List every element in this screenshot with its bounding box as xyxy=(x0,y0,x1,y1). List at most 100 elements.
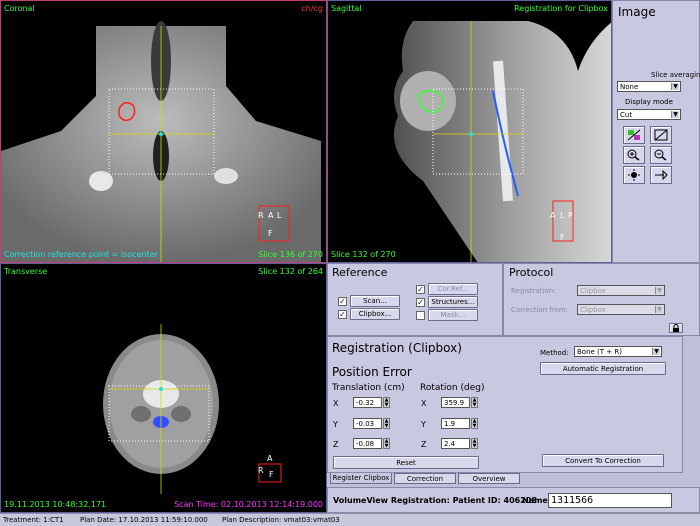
chevron-down-icon: ▼ xyxy=(655,306,663,313)
rotation-y-label: Y xyxy=(421,420,426,429)
tab-correction[interactable]: Correction xyxy=(394,473,456,484)
scan-checkbox[interactable]: ✓ xyxy=(338,297,347,306)
sagittal-orient-f: F xyxy=(560,233,565,242)
chevron-down-icon: ▼ xyxy=(671,111,679,118)
transverse-slice-label: Slice 132 of 264 xyxy=(258,267,323,276)
correction-reference-label: Correction reference point = isocenter xyxy=(4,250,158,259)
coronal-ct-image xyxy=(1,21,321,262)
translation-x-label: X xyxy=(333,399,339,408)
display-mode-label: Display mode xyxy=(625,98,673,106)
chevron-down-icon: ▼ xyxy=(655,287,663,294)
pan-arrow-icon xyxy=(655,169,668,181)
clipbox-checkbox[interactable]: ✓ xyxy=(338,310,347,319)
cor-ref-checkbox[interactable]: ✓ xyxy=(416,285,425,294)
translation-x-stepper[interactable]: ▲ ▼ xyxy=(383,397,390,408)
convert-to-correction-button[interactable]: Convert To Correction xyxy=(542,454,664,467)
zoom-in-icon xyxy=(627,149,640,161)
cor-ref-button[interactable]: Cor.Ref... xyxy=(428,283,478,295)
zoom-in-button[interactable] xyxy=(623,146,645,164)
correction-from-label: Correction from: xyxy=(511,306,569,314)
method-select[interactable]: Bone (T + R) ▼ xyxy=(574,346,662,357)
patient-info-bar: VolumeView Registration: Patient ID: 406… xyxy=(327,487,700,513)
tab-overview[interactable]: Overview xyxy=(458,473,520,484)
coronal-orient-f: F xyxy=(268,229,273,238)
translation-z-input[interactable]: -0.08 xyxy=(353,438,382,449)
slice-averaging-label: Slice averaging xyxy=(651,71,700,79)
registration-panel: Registration (Clipbox) Method: Bone (T +… xyxy=(327,336,683,473)
translation-label: Translation (cm) xyxy=(332,383,405,393)
coronal-viewport[interactable]: Coronal ch/cg Correction reference point… xyxy=(0,0,327,263)
transverse-timestamp: 19.11.2013 10:48:32.171 xyxy=(4,500,107,509)
sagittal-orient-a: A xyxy=(550,211,556,220)
mask-button[interactable]: Mask... xyxy=(428,309,478,321)
pan-button[interactable] xyxy=(650,166,672,184)
sagittal-viewport[interactable]: Sagittal Registration for Clipbox Slice … xyxy=(327,0,612,263)
mask-checkbox[interactable] xyxy=(416,311,425,320)
translation-z-stepper[interactable]: ▲ ▼ xyxy=(383,438,390,449)
structures-checkbox[interactable]: ✓ xyxy=(416,298,425,307)
transverse-orient-r: R xyxy=(258,466,264,475)
reset-button[interactable]: Reset xyxy=(333,456,479,469)
automatic-registration-button[interactable]: Automatic Registration xyxy=(540,362,666,375)
zoom-out-icon xyxy=(654,149,667,161)
split-view-button[interactable] xyxy=(650,126,672,144)
translation-x-input[interactable]: -0.32 xyxy=(353,397,382,408)
coronal-orient-l: L xyxy=(277,211,282,220)
brightness-button[interactable] xyxy=(623,166,645,184)
rotation-x-label: X xyxy=(421,399,427,408)
clipbox-button[interactable]: Clipbox... xyxy=(350,308,400,320)
color-overlay-icon xyxy=(627,129,641,141)
position-error-title: Position Error xyxy=(332,365,412,379)
reference-title: Reference xyxy=(332,266,388,279)
patient-name-field[interactable]: 1311566 xyxy=(548,493,672,508)
sagittal-orient-l: L xyxy=(560,211,565,220)
rotation-z-stepper[interactable]: ▲ ▼ xyxy=(471,438,478,449)
display-mode-value: Cut xyxy=(620,110,633,119)
reference-panel: Reference ✓ Scan... ✓ Clipbox... ✓ Cor.R… xyxy=(327,263,503,336)
split-view-icon xyxy=(654,129,668,141)
treatment-status: Treatment: 1:CT1 xyxy=(3,515,64,524)
lock-button[interactable] xyxy=(669,323,683,333)
coronal-orient-r: R xyxy=(258,211,264,220)
registration-title: Registration (Clipbox) xyxy=(332,341,462,355)
image-panel-title: Image xyxy=(618,5,656,19)
plan-date-status: Plan Date: 17.10.2013 11:59:10.000 xyxy=(80,515,208,524)
chevron-down-icon: ▼ xyxy=(652,348,660,355)
scan-button[interactable]: Scan... xyxy=(350,295,400,307)
rotation-z-input[interactable]: 2.4 xyxy=(441,438,470,449)
translation-z-label: Z xyxy=(333,440,339,449)
translation-y-input[interactable]: -0.03 xyxy=(353,418,382,429)
correction-from-value: Clipbox xyxy=(580,305,606,314)
transverse-viewport[interactable]: Transverse Slice 132 of 264 19.11.2013 1… xyxy=(0,263,327,513)
tab-register-clipbox[interactable]: Register Clipbox xyxy=(330,473,392,484)
registration-protocol-select[interactable]: Clipbox ▼ xyxy=(577,285,665,296)
translation-y-stepper[interactable]: ▲ ▼ xyxy=(383,418,390,429)
translation-y-label: Y xyxy=(333,420,338,429)
display-mode-select[interactable]: Cut ▼ xyxy=(617,109,681,120)
sagittal-title: Sagittal xyxy=(331,4,362,13)
rotation-y-stepper[interactable]: ▲ ▼ xyxy=(471,418,478,429)
rotation-y-input[interactable]: 1.9 xyxy=(441,418,470,429)
sagittal-slice-label: Slice 132 of 270 xyxy=(331,250,396,259)
transverse-title: Transverse xyxy=(4,267,48,276)
image-panel: Image Slice averaging None ▼ Display mod… xyxy=(612,0,700,263)
rotation-label: Rotation (deg) xyxy=(420,383,485,393)
transverse-ct-image xyxy=(103,324,282,494)
rotation-z-label: Z xyxy=(421,440,427,449)
name-label: Name: xyxy=(522,496,552,505)
registration-protocol-label: Registration: xyxy=(511,287,556,295)
structures-button[interactable]: Structures... xyxy=(428,296,478,308)
slice-averaging-select[interactable]: None ▼ xyxy=(617,81,681,92)
plan-description-status: Plan Description: vmat03:vmat03 xyxy=(222,515,340,524)
color-overlay-button[interactable] xyxy=(623,126,645,144)
method-value: Bone (T + R) xyxy=(577,347,622,356)
zoom-out-button[interactable] xyxy=(650,146,672,164)
rotation-x-input[interactable]: 359.9 xyxy=(441,397,470,408)
method-label: Method: xyxy=(540,349,569,357)
protocol-title: Protocol xyxy=(509,266,554,279)
rotation-x-stepper[interactable]: ▲ ▼ xyxy=(471,397,478,408)
sagittal-orient-p: P xyxy=(568,211,573,220)
coronal-orient-a: A xyxy=(268,211,274,220)
sagittal-ct-image xyxy=(393,21,611,262)
correction-from-select[interactable]: Clipbox ▼ xyxy=(577,304,665,315)
